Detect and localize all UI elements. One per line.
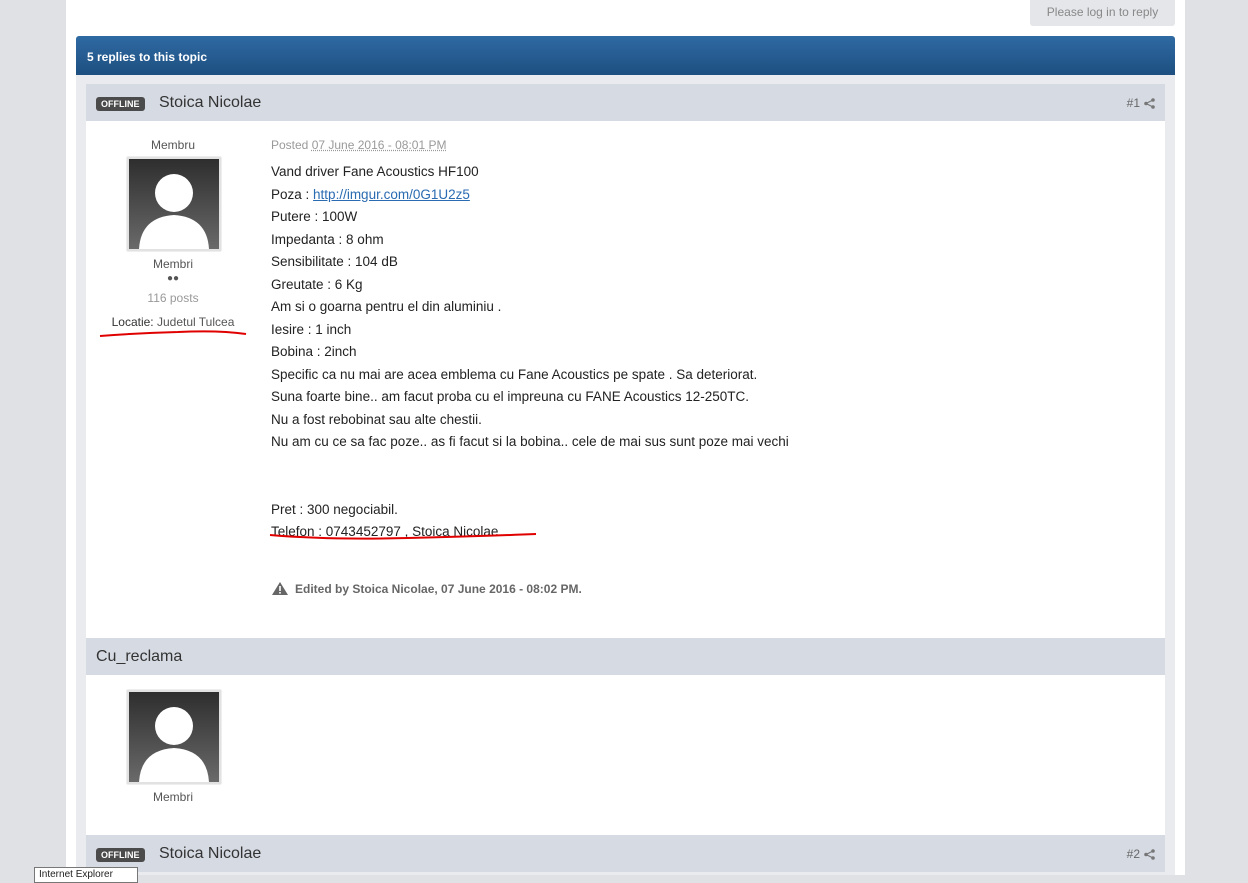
share-icon[interactable]: [1144, 98, 1155, 109]
location-field: Locatie: Judetul Tulcea: [86, 315, 260, 329]
reputation-pips: ●●: [86, 273, 260, 284]
ad-post-body: Membri: [86, 675, 1165, 835]
post-line: Nu a fost rebobinat sau alte chestii.: [271, 409, 789, 432]
location-value: Judetul Tulcea: [157, 315, 234, 329]
share-icon[interactable]: [1144, 849, 1155, 860]
post-header: OFFLINE Stoica Nicolae #2: [86, 835, 1165, 872]
post-number-label: #2: [1127, 847, 1140, 861]
post-line: Nu am cu ce sa fac poze.. as fi facut si…: [271, 431, 789, 454]
post-line: Putere : 100W: [271, 206, 789, 229]
ad-author-name[interactable]: Cu_reclama: [96, 648, 182, 666]
post-number-label: #1: [1127, 96, 1140, 110]
offline-badge: OFFLINE: [96, 848, 145, 862]
avatar[interactable]: [127, 690, 221, 784]
ad-post-header: Cu_reclama: [86, 638, 1165, 675]
post-line: Greutate : 6 Kg: [271, 274, 789, 297]
member-group: Membri: [86, 257, 260, 271]
post-number[interactable]: #2: [1127, 847, 1155, 861]
edit-note-text: Edited by Stoica Nicolae, 07 June 2016 -…: [295, 582, 582, 596]
post-date: Posted 07 June 2016 - 08:01 PM: [271, 138, 446, 152]
taskbar-tooltip: Internet Explorer: [34, 867, 138, 883]
post-line: Sensibilitate : 104 dB: [271, 251, 789, 274]
post-body: Membru Membri ●● 116 posts Locatie: Jude…: [86, 121, 1165, 638]
default-avatar-icon: [129, 159, 219, 249]
post-line: Vand driver Fane Acoustics HF100: [271, 161, 789, 184]
location-annotation-underline: [98, 329, 248, 339]
post-line: Am si o goarna pentru el din aluminiu .: [271, 296, 789, 319]
posted-label: Posted: [271, 138, 308, 152]
post-line: Specific ca nu mai are acea emblema cu F…: [271, 364, 789, 387]
post-line: Impedanta : 8 ohm: [271, 229, 789, 252]
post-line: Pret : 300 negociabil.: [271, 499, 789, 522]
edit-note: Edited by Stoica Nicolae, 07 June 2016 -…: [271, 581, 582, 596]
reply-count: 5 replies to this topic: [87, 50, 207, 64]
member-group: Membri: [86, 790, 260, 804]
imgur-link[interactable]: http://imgur.com/0G1U2z5: [313, 187, 470, 202]
author-name-link[interactable]: Stoica Nicolae: [159, 94, 261, 112]
warning-icon: [271, 581, 289, 596]
login-to-reply-button[interactable]: Please log in to reply: [1030, 0, 1175, 26]
poza-label: Poza :: [271, 187, 309, 202]
author-name-link[interactable]: Stoica Nicolae: [159, 845, 261, 863]
topic-header-bar: 5 replies to this topic: [76, 36, 1175, 75]
location-label: Locatie:: [112, 315, 154, 329]
posted-date: 07 June 2016 - 08:01 PM: [312, 138, 447, 152]
offline-badge: OFFLINE: [96, 97, 145, 111]
avatar[interactable]: [127, 157, 221, 251]
post-count: 116 posts: [86, 291, 260, 305]
post-line: Bobina : 2inch: [271, 341, 789, 364]
phone-annotation-underline: [268, 531, 538, 541]
default-avatar-icon: [129, 692, 219, 782]
post-content: Vand driver Fane Acoustics HF100 Poza : …: [271, 161, 789, 544]
post-line: [271, 454, 789, 477]
post-line: Suna foarte bine.. am facut proba cu el …: [271, 386, 789, 409]
member-title: Membru: [86, 138, 260, 152]
post-header: OFFLINE Stoica Nicolae #1: [86, 84, 1165, 121]
post-line: Iesire : 1 inch: [271, 319, 789, 342]
post-number[interactable]: #1: [1127, 96, 1155, 110]
post-line: [271, 476, 789, 499]
post-line: Poza : http://imgur.com/0G1U2z5: [271, 184, 789, 207]
